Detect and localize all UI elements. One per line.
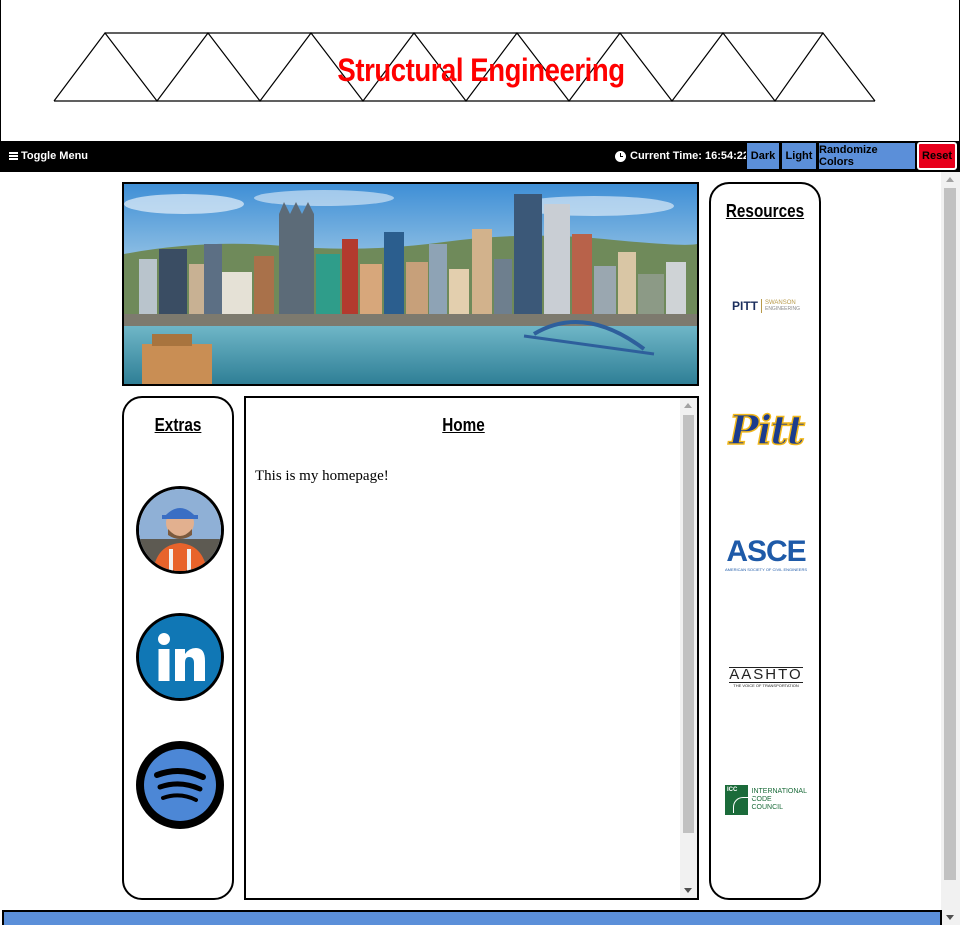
randomize-colors-button[interactable]: Randomize Colors bbox=[818, 142, 916, 170]
current-time-label: Current Time: 16:54:22 bbox=[630, 150, 750, 162]
icc-arc bbox=[733, 797, 753, 813]
resources-title: Resources bbox=[725, 201, 805, 221]
clock-icon bbox=[615, 150, 626, 162]
light-mode-button[interactable]: Light bbox=[781, 142, 817, 170]
scroll-down-arrow-icon[interactable] bbox=[946, 915, 954, 920]
pitt-swanson-sub: SWANSON ENGINEERING bbox=[765, 300, 800, 312]
hamburger-icon bbox=[9, 152, 18, 160]
spotify-icon bbox=[139, 744, 221, 826]
content-scrollbar-thumb[interactable] bbox=[683, 415, 694, 833]
profile-photo-link[interactable] bbox=[136, 486, 224, 574]
pitt-swanson-sub2: ENGINEERING bbox=[764, 306, 800, 312]
city-skyline-banner bbox=[122, 182, 699, 386]
current-time: Current Time: 16:54:22 bbox=[615, 150, 749, 162]
asce-logo-link[interactable]: ASCE AMERICAN SOCIETY OF CIVIL ENGINEERS bbox=[725, 534, 807, 574]
linkedin-icon bbox=[139, 616, 221, 698]
asce-logo-sub: AMERICAN SOCIETY OF CIVIL ENGINEERS bbox=[725, 566, 808, 572]
content-scroll-down-arrow-icon[interactable] bbox=[684, 888, 692, 893]
content-scroll-up-arrow-icon[interactable] bbox=[684, 403, 692, 408]
home-title: Home bbox=[442, 415, 485, 435]
icc-badge-text: ICC bbox=[727, 787, 738, 793]
pitt-swanson-logo-link[interactable]: PITT SWANSON ENGINEERING bbox=[725, 296, 807, 316]
icc-text: INTERNATIONAL CODE COUNCIL bbox=[752, 788, 808, 812]
pitt-swanson-logo: PITT SWANSON ENGINEERING bbox=[732, 299, 800, 313]
content-scrollbar[interactable] bbox=[680, 398, 697, 898]
dark-mode-button[interactable]: Dark bbox=[746, 142, 780, 170]
icc-line-1: INTERNATIONAL bbox=[751, 788, 808, 795]
aashto-logo: AASHTO bbox=[729, 665, 803, 683]
icc-badge-icon: ICC bbox=[725, 785, 753, 815]
pitt-logo: Pitt bbox=[728, 406, 806, 455]
page-scrollbar[interactable] bbox=[941, 172, 960, 925]
footer-bar bbox=[2, 910, 942, 925]
toggle-menu-button[interactable]: Toggle Menu bbox=[9, 150, 88, 162]
asce-logo: ASCE bbox=[726, 534, 806, 568]
resources-panel: Resources PITT SWANSON ENGINEERING Pitt … bbox=[709, 182, 821, 900]
toggle-menu-label: Toggle Menu bbox=[21, 150, 89, 162]
site-header: Structural Engineering bbox=[0, 0, 960, 141]
icc-logo-link[interactable]: ICC INTERNATIONAL CODE COUNCIL bbox=[725, 784, 807, 816]
home-text: This is my homepage! bbox=[255, 468, 389, 484]
scroll-up-arrow-icon[interactable] bbox=[946, 177, 954, 182]
home-content-panel: Home This is my homepage! bbox=[244, 396, 699, 900]
navigation-bar: Toggle Menu Current Time: 16:54:22 Dark … bbox=[0, 141, 960, 172]
icc-line-3: COUNCIL bbox=[751, 804, 784, 811]
page-scrollbar-thumb[interactable] bbox=[944, 188, 956, 880]
profile-photo bbox=[139, 489, 221, 571]
aashto-logo-sub: THE VOICE OF TRANSPORTATION bbox=[733, 682, 799, 688]
divider bbox=[760, 299, 762, 313]
city-skyline-image bbox=[124, 184, 697, 384]
pitt-swanson-main: PITT bbox=[731, 299, 758, 313]
aashto-logo-link[interactable]: AASHTO THE VOICE OF TRANSPORTATION bbox=[725, 664, 807, 690]
icc-line-2: CODE bbox=[751, 796, 772, 803]
linkedin-link[interactable] bbox=[136, 613, 224, 701]
extras-title: Extras bbox=[154, 415, 202, 435]
site-title: Structural Engineering bbox=[337, 52, 625, 88]
extras-panel: Extras bbox=[122, 396, 234, 900]
pitt-logo-link[interactable]: Pitt bbox=[725, 404, 807, 456]
spotify-link[interactable] bbox=[136, 741, 224, 829]
reset-button[interactable]: Reset bbox=[917, 142, 957, 170]
